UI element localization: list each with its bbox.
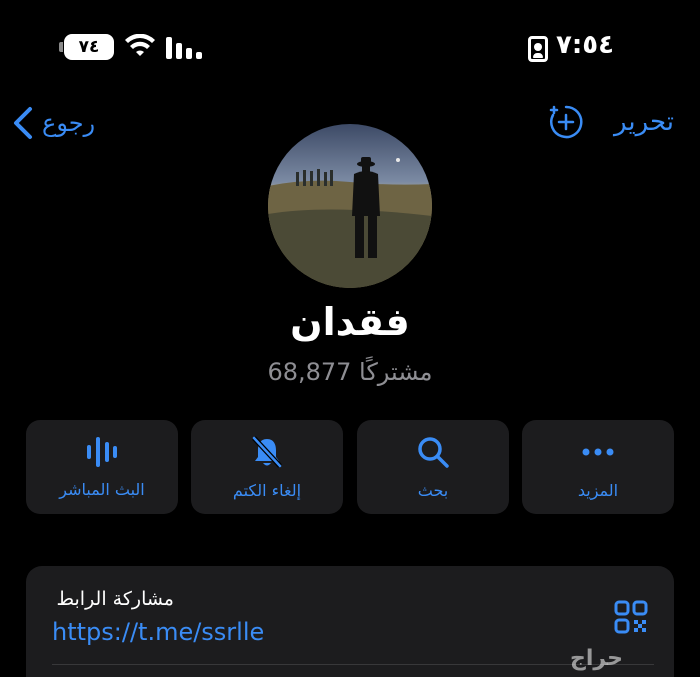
search-label: بحث xyxy=(417,480,449,500)
search-icon xyxy=(418,436,449,468)
more-label: المزيد xyxy=(577,480,619,500)
chevron-left-icon xyxy=(14,107,32,139)
wifi-icon xyxy=(125,34,155,56)
live-stream-icon xyxy=(87,436,117,467)
qr-code-icon[interactable] xyxy=(614,600,648,634)
live-stream-button[interactable]: البث المباشر xyxy=(26,420,178,514)
id-card-icon xyxy=(528,36,548,62)
back-label: رجوع xyxy=(42,109,96,137)
subscriber-count: 68,877 مشتركًا xyxy=(267,358,433,386)
status-time: ٧:٥٤ xyxy=(556,30,615,60)
signal-icon xyxy=(166,37,202,59)
edit-button[interactable]: تحرير xyxy=(614,107,674,137)
share-link-label: مشاركة الرابط xyxy=(56,588,174,610)
watermark: حراج xyxy=(570,646,623,671)
bell-slash-icon xyxy=(252,435,282,468)
unmute-button[interactable]: إلغاء الكتم xyxy=(191,420,343,514)
more-button[interactable]: المزيد xyxy=(522,420,674,514)
battery-level: ٧٤ xyxy=(78,37,100,57)
search-button[interactable]: بحث xyxy=(357,420,509,514)
nav-right-group: تحرير xyxy=(548,104,674,140)
action-bar: البث المباشر إلغاء الكتم بحث المزيد xyxy=(26,420,674,514)
channel-name: فقدان xyxy=(290,300,410,344)
unmute-label: إلغاء الكتم xyxy=(232,480,302,500)
channel-avatar[interactable] xyxy=(268,124,432,288)
card-divider xyxy=(52,664,654,665)
battery-icon: ٧٤ xyxy=(59,34,114,60)
live-stream-label: البث المباشر xyxy=(59,479,145,499)
status-bar: ٧٤ ٧:٥٤ xyxy=(0,0,700,90)
add-circle-icon[interactable] xyxy=(548,104,584,140)
share-link-url[interactable]: https://t.me/ssrlle xyxy=(52,618,264,646)
avatar-image xyxy=(268,124,432,288)
back-button[interactable]: رجوع xyxy=(12,106,95,140)
more-icon xyxy=(582,448,614,455)
